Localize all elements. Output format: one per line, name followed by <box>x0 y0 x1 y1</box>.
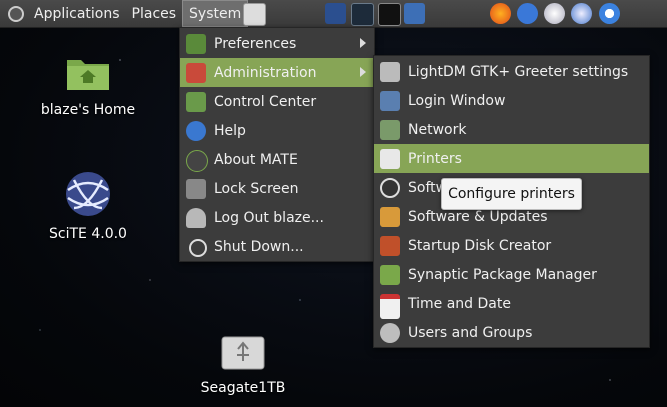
mate-logo-icon[interactable] <box>8 5 24 22</box>
menu-item-printers[interactable]: Printers <box>374 144 649 173</box>
menu-item-label: Software & Updates <box>408 208 548 225</box>
menu-item-label: Log Out blaze... <box>214 209 324 226</box>
calendar-icon <box>380 294 400 319</box>
control-center-icon <box>186 92 206 112</box>
usb-drive-icon <box>221 336 265 370</box>
scite-globe-icon <box>66 172 110 216</box>
menu-item-lightdm-settings[interactable]: LightDM GTK+ Greeter settings <box>374 57 649 86</box>
menu-item-startup-disk-creator[interactable]: Startup Disk Creator <box>374 231 649 260</box>
menu-item-label: Shut Down... <box>214 238 304 255</box>
disc-icon[interactable] <box>544 3 565 24</box>
system-monitor-icon[interactable] <box>351 3 374 26</box>
lock-icon <box>186 179 206 199</box>
menu-item-about-mate[interactable]: About MATE <box>180 145 374 174</box>
browser-globe-icon[interactable] <box>571 3 592 24</box>
synaptic-icon <box>380 265 400 285</box>
applications-menu-button[interactable]: Applications <box>28 0 126 27</box>
menu-item-label: Synaptic Package Manager <box>408 266 597 283</box>
menu-item-label: Startup Disk Creator <box>408 237 552 254</box>
thunderbird-icon[interactable] <box>517 3 538 24</box>
screenshot-camera-icon[interactable] <box>243 3 266 26</box>
system-menu: Preferences Administration Control Cente… <box>179 27 375 262</box>
administration-icon <box>186 63 206 83</box>
submenu-arrow-icon <box>360 67 366 77</box>
menu-item-synaptic[interactable]: Synaptic Package Manager <box>374 260 649 289</box>
menu-item-control-center[interactable]: Control Center <box>180 87 374 116</box>
drive-label: Seagate1TB <box>200 380 286 396</box>
menu-item-label: Lock Screen <box>214 180 299 197</box>
drive-desktop-icon[interactable]: Seagate1TB <box>195 335 291 396</box>
login-window-icon <box>380 91 400 111</box>
menu-item-label: Network <box>408 121 467 138</box>
home-folder-label: blaze's Home <box>40 102 136 118</box>
menu-item-label: Printers <box>408 150 462 167</box>
user-logout-icon <box>186 208 206 228</box>
search-tool-icon[interactable] <box>404 3 425 24</box>
system-menu-button[interactable]: System <box>182 0 249 27</box>
submenu-arrow-icon <box>360 38 366 48</box>
preferences-icon <box>186 34 206 54</box>
menu-item-label: Time and Date <box>408 295 511 312</box>
home-folder-desktop-icon[interactable]: blaze's Home <box>38 52 138 118</box>
places-label: Places <box>131 5 177 22</box>
menu-item-label: Help <box>214 122 246 139</box>
help-icon <box>186 121 206 141</box>
chromium-icon[interactable] <box>599 3 620 24</box>
menu-item-preferences[interactable]: Preferences <box>180 29 374 58</box>
system-label: System <box>189 5 242 22</box>
menu-item-label: Login Window <box>408 92 506 109</box>
mate-about-icon <box>186 150 208 172</box>
menu-item-log-out[interactable]: Log Out blaze... <box>180 203 374 232</box>
network-icon <box>380 120 400 140</box>
menu-item-administration[interactable]: Administration <box>180 58 374 87</box>
menu-item-network[interactable]: Network <box>374 115 649 144</box>
menu-item-label: About MATE <box>214 151 298 168</box>
menu-item-help[interactable]: Help <box>180 116 374 145</box>
menu-item-label: Preferences <box>214 35 297 52</box>
places-menu-button[interactable]: Places <box>126 0 183 27</box>
printers-tooltip: Configure printers <box>441 178 582 210</box>
scite-label: SciTE 4.0.0 <box>49 226 127 242</box>
menu-item-label: Administration <box>214 64 317 81</box>
menu-item-login-window[interactable]: Login Window <box>374 86 649 115</box>
scite-desktop-icon[interactable]: SciTE 4.0.0 <box>40 170 136 242</box>
menu-item-label: Users and Groups <box>408 324 533 341</box>
menu-item-users-and-groups[interactable]: Users and Groups <box>374 318 649 347</box>
software-properties-icon <box>380 178 400 198</box>
applications-label: Applications <box>34 5 120 22</box>
startup-disk-icon <box>380 236 400 256</box>
menu-item-label: Control Center <box>214 93 317 110</box>
terminal-icon[interactable] <box>378 3 401 26</box>
printer-icon <box>380 149 400 169</box>
menu-item-shut-down[interactable]: Shut Down... <box>180 232 374 261</box>
menu-item-lock-screen[interactable]: Lock Screen <box>180 174 374 203</box>
folder-icon <box>67 60 109 90</box>
power-icon <box>189 239 207 257</box>
users-icon <box>380 323 400 343</box>
menu-item-label: LightDM GTK+ Greeter settings <box>408 63 629 80</box>
tooltip-text: Configure printers <box>448 186 575 202</box>
menu-item-time-and-date[interactable]: Time and Date <box>374 289 649 319</box>
software-updates-icon <box>380 207 400 227</box>
firefox-icon[interactable] <box>490 3 511 24</box>
calculator-icon[interactable] <box>325 3 346 24</box>
lightdm-icon <box>380 62 400 82</box>
top-panel: Applications Places System <box>0 0 667 28</box>
